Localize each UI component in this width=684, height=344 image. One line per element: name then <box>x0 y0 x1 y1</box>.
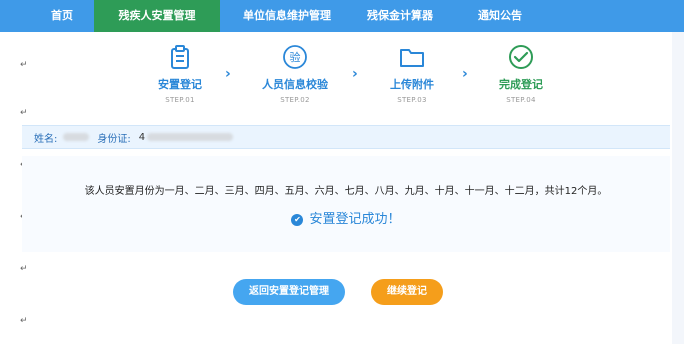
step-1: 安置登记 STEP.01 <box>120 44 240 104</box>
step-2: 验 人员信息校验 STEP.02 <box>235 44 355 104</box>
step-number: STEP.01 <box>165 96 195 104</box>
success-text: 安置登记成功！ <box>309 212 401 227</box>
paragraph-mark: ↵ <box>20 108 28 118</box>
step-3: 上传附件 STEP.03 <box>352 44 472 104</box>
paragraph-mark: ↵ <box>20 264 28 274</box>
step-title: 安置登记 <box>158 78 202 91</box>
paragraph-mark: ↵ <box>20 60 28 70</box>
step-title: 人员信息校验 <box>262 78 328 91</box>
redacted-id <box>147 133 234 141</box>
step-title: 完成登记 <box>499 78 543 91</box>
nav-levy-calculator[interactable]: 残保金计算器 <box>354 0 446 32</box>
svg-text:验: 验 <box>290 50 301 64</box>
nav-home[interactable]: 首页 <box>30 0 94 32</box>
nav-placement-management[interactable]: 残疾人安置管理 <box>94 0 220 32</box>
nav-notices[interactable]: 通知公告 <box>446 0 554 32</box>
placement-months-text: 该人员安置月份为一月、二月、三月、四月、五月、六月、七月、八月、九月、十月、十一… <box>84 186 608 197</box>
name-label: 姓名: <box>34 133 58 145</box>
step-number: STEP.02 <box>280 96 310 104</box>
redacted-name <box>63 133 90 141</box>
check-circle-icon: ✔ <box>291 214 304 226</box>
success-message: ✔ 安置登记成功！ <box>22 208 670 227</box>
verify-icon: 验 <box>282 44 308 70</box>
back-to-management-button[interactable]: 返回安置登记管理 <box>233 279 345 305</box>
id-value: 4 <box>138 131 146 143</box>
continue-registration-button[interactable]: 继续登记 <box>371 279 443 305</box>
id-label: 身份证: <box>97 133 131 145</box>
page-edge <box>672 32 684 344</box>
person-info-bar: 姓名: 身份证: 4 <box>22 125 670 149</box>
nav-unit-info-management[interactable]: 单位信息维护管理 <box>220 0 354 32</box>
folder-icon <box>399 44 425 70</box>
top-navbar: 首页 残疾人安置管理 单位信息维护管理 残保金计算器 通知公告 <box>0 0 684 32</box>
step-title: 上传附件 <box>390 78 434 91</box>
step-4: 完成登记 STEP.04 <box>461 44 581 104</box>
step-number: STEP.03 <box>397 96 427 104</box>
chevron-right-icon: › <box>225 66 231 82</box>
step-number: STEP.04 <box>506 96 536 104</box>
paragraph-mark: ↵ <box>20 316 28 326</box>
step-progress: 安置登记 STEP.01 › 验 人员信息校验 STEP.02 › 上传附件 S… <box>120 44 600 112</box>
check-circle-icon <box>508 44 534 70</box>
clipboard-icon <box>167 44 193 70</box>
result-panel: 该人员安置月份为一月、二月、三月、四月、五月、六月、七月、八月、九月、十月、十一… <box>22 156 670 252</box>
